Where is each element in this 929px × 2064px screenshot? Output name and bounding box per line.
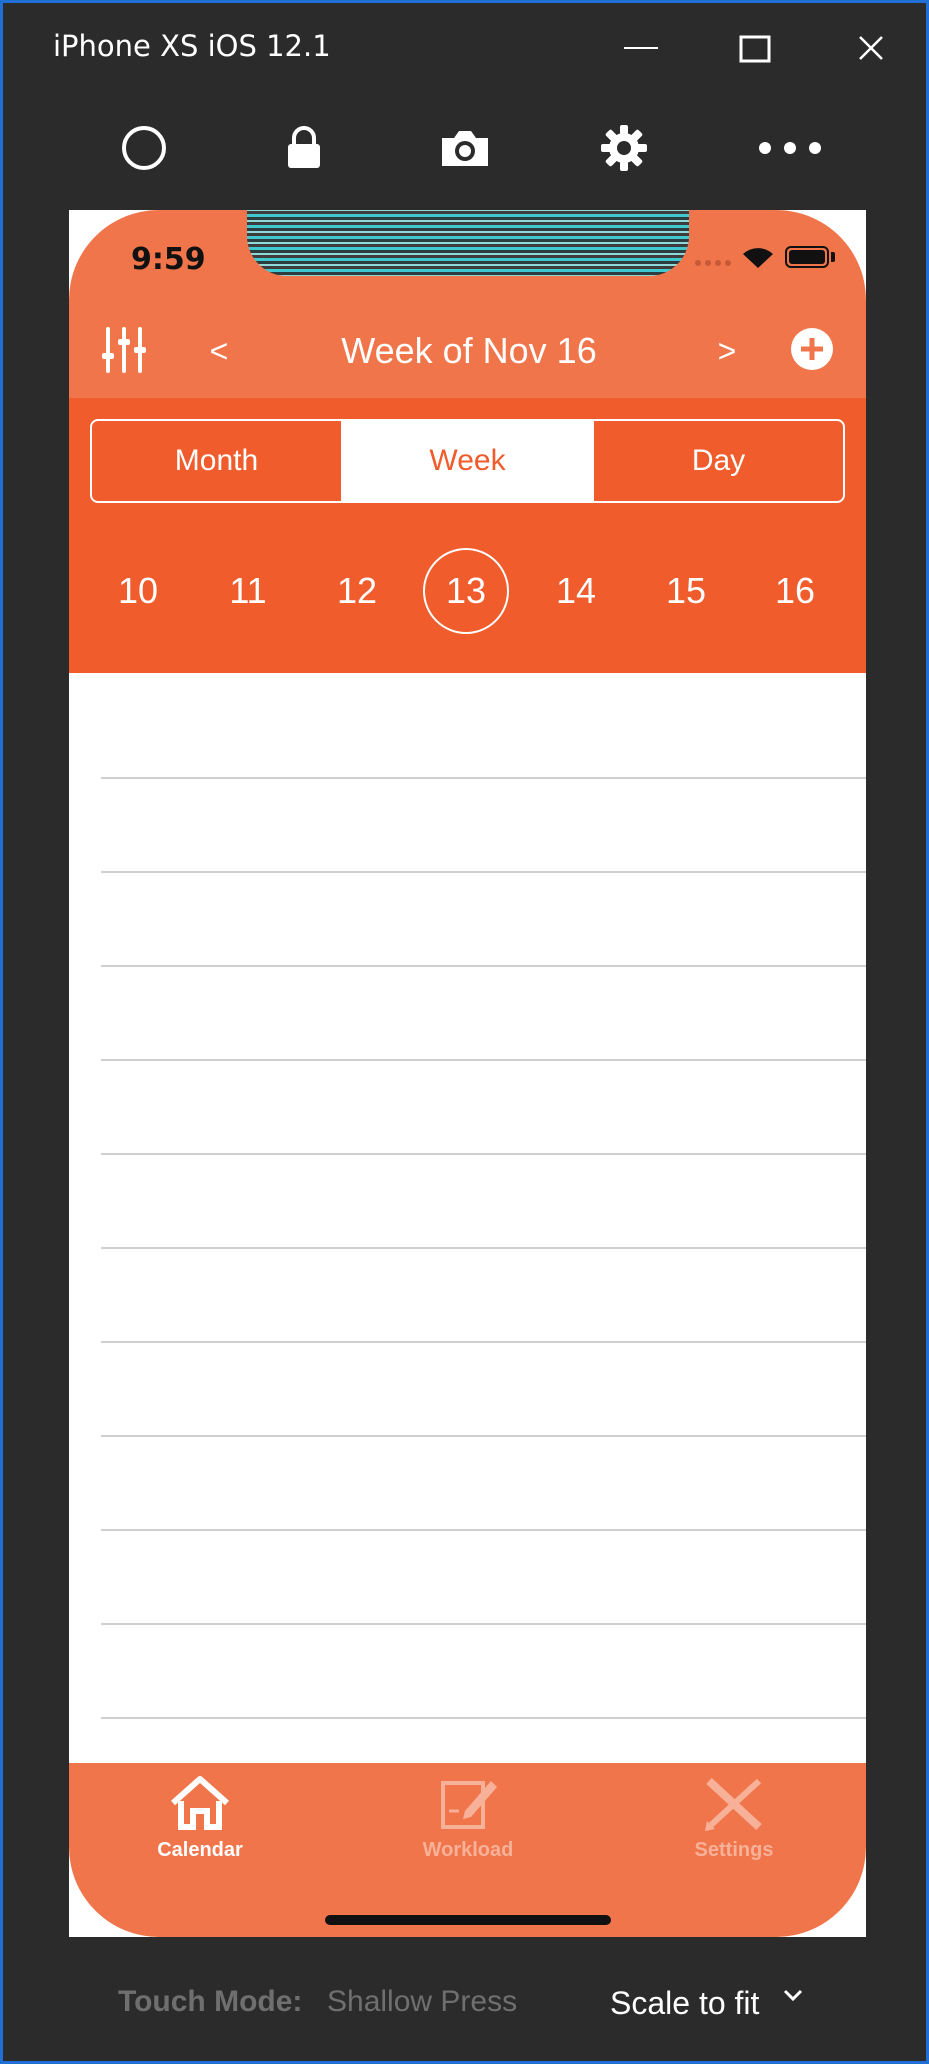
tab-label: Workload [422,1839,514,1861]
list-separator [101,871,866,873]
simulator-window: iPhone XS iOS 12.1 9:59 < Week of Nov 16… [0,0,929,2064]
maximize-icon [739,35,771,63]
week-title: Week of Nov 16 [341,330,597,371]
previous-week-button[interactable]: < [189,326,249,376]
tab-calendar[interactable]: Calendar [110,1775,290,1885]
tab-label: Settings [694,1839,774,1861]
scale-dropdown[interactable]: Scale to fit [610,1985,759,2022]
gear-icon [601,125,647,171]
day-cell[interactable]: 12 [314,548,400,634]
day-cell[interactable]: 10 [95,548,181,634]
list-separator [101,1435,866,1437]
segment-day[interactable]: Day [592,421,843,501]
navigation-bar: < Week of Nov 16 > [69,300,866,398]
maximize-button[interactable] [726,21,786,75]
more-icon [759,142,821,154]
status-time: 9:59 [131,242,206,277]
tab-bar: Calendar Workload Settings [69,1763,866,1937]
cellular-signal-icon [695,260,735,268]
close-button[interactable] [841,21,901,75]
lock-button[interactable] [269,118,339,178]
battery-icon [785,246,829,268]
next-week-button[interactable]: > [697,326,757,376]
day-cell[interactable]: 16 [752,548,838,634]
home-indicator[interactable] [325,1915,611,1925]
more-button[interactable] [755,118,825,178]
wifi-icon [743,248,773,268]
edit-icon [441,1781,497,1829]
week-days-row: 10 11 12 13 14 15 16 [69,548,866,638]
day-cell-selected[interactable]: 13 [423,548,509,634]
plus-circle-icon [791,328,833,370]
tab-settings[interactable]: Settings [644,1775,824,1885]
segment-month[interactable]: Month [92,421,341,501]
simulator-footer: Touch Mode: Shallow Press Scale to fit [3,1963,926,2043]
list-separator [101,777,866,779]
close-icon [859,36,883,60]
add-event-button[interactable] [787,324,837,374]
tab-label: Calendar [157,1839,243,1861]
settings-button[interactable] [589,118,659,178]
notch [247,210,689,276]
phone-screen: 9:59 < Week of Nov 16 > Month Week Day 1… [69,210,866,1937]
event-list[interactable] [101,673,866,1937]
home-icon [171,1776,229,1830]
touch-mode-label: Touch Mode: [118,1985,303,2018]
home-circle-button[interactable] [109,118,179,178]
sliders-icon [102,327,146,373]
day-cell[interactable]: 14 [533,548,619,634]
segment-week[interactable]: Week [341,421,592,501]
minimize-button[interactable] [611,21,671,75]
filter-button[interactable] [99,322,149,378]
title-bar: iPhone XS iOS 12.1 [3,3,926,93]
lock-icon [288,126,320,168]
home-circle-icon [122,126,166,170]
screenshot-button[interactable] [430,118,500,178]
list-separator [101,1717,866,1719]
camera-icon [442,131,488,166]
view-segmented-control: Month Week Day [90,419,845,503]
touch-mode-value[interactable]: Shallow Press [327,1985,517,2019]
phone-body: 9:59 < Week of Nov 16 > Month Week Day 1… [69,210,866,1937]
list-separator [101,1059,866,1061]
tools-icon [705,1778,762,1831]
calendar-header: Month Week Day 10 11 12 13 14 15 16 [69,398,866,673]
list-separator [101,1153,866,1155]
window-title: iPhone XS iOS 12.1 [53,29,331,63]
day-cell[interactable]: 11 [205,548,291,634]
list-separator [101,1247,866,1249]
tab-workload[interactable]: Workload [378,1775,558,1885]
list-separator [101,965,866,967]
chevron-down-icon [783,1989,803,2002]
list-separator [101,1529,866,1531]
list-separator [101,1341,866,1343]
battery-cap [831,252,835,262]
list-separator [101,1623,866,1625]
minimize-icon [624,47,658,49]
day-cell[interactable]: 15 [643,548,729,634]
